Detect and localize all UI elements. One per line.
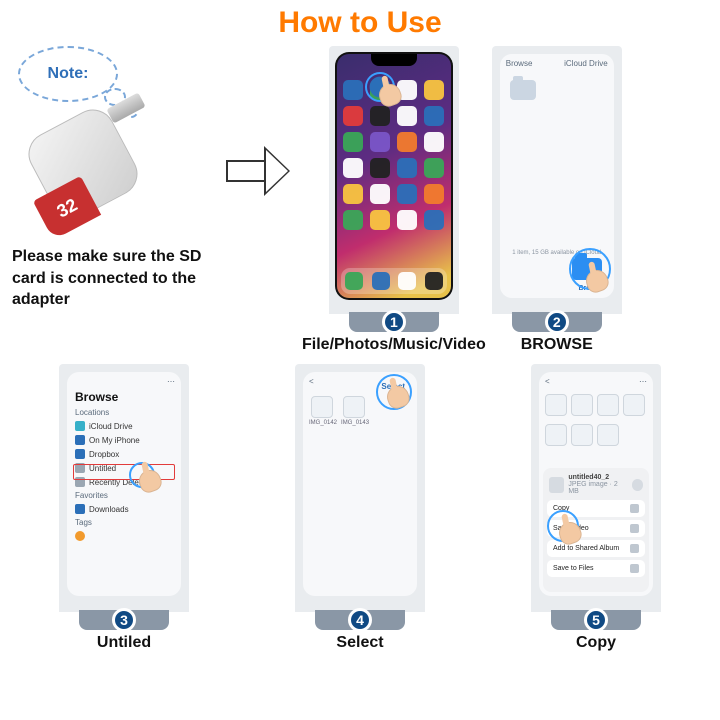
step-badge-2: 2	[545, 310, 569, 334]
p3-sec-locations: Locations	[67, 406, 181, 419]
p3-title: Browse	[67, 390, 181, 406]
thumbnail-icon	[545, 394, 567, 416]
step-3: ⋯ Browse Locations iCloud Drive On My iP…	[59, 364, 189, 652]
step-label-3: Untiled	[97, 634, 151, 652]
phone-mock-2: Browse iCloud Drive 1 item, 15 GB availa…	[492, 46, 622, 314]
sheet-action: Save to Files	[547, 560, 645, 577]
phone-stand: 3	[79, 610, 169, 630]
phone-mock-5: <⋯ untitled40_2	[531, 364, 661, 612]
step-4: < Select IMG_0142 IMG_0143 4 S	[295, 364, 425, 652]
list-item: Downloads	[89, 505, 129, 514]
phone-stand: 1	[349, 312, 439, 332]
top-row: Note: 32 Please make sure the SD card is…	[0, 40, 720, 354]
thumbnail-icon	[597, 424, 619, 446]
step-2: Browse iCloud Drive 1 item, 15 GB availa…	[492, 46, 622, 354]
phone-mock-4: < Select IMG_0142 IMG_0143	[295, 364, 425, 612]
note-instruction: Please make sure the SD card is connecte…	[12, 246, 202, 311]
thumbnail-icon	[571, 424, 593, 446]
step-badge-1: 1	[382, 310, 406, 334]
bottom-row: ⋯ Browse Locations iCloud Drive On My iP…	[0, 354, 720, 652]
thumb-name: IMG_0143	[341, 420, 369, 426]
phone-mock-1	[329, 46, 459, 314]
thumbnail-icon	[311, 396, 333, 418]
thumbnail-icon	[343, 396, 365, 418]
thumb-name: IMG_0142	[309, 420, 337, 426]
list-item: On My iPhone	[89, 436, 140, 445]
step-5: <⋯ untitled40_2	[531, 364, 661, 652]
close-icon	[632, 479, 643, 491]
p2-header-left: Browse	[506, 59, 533, 68]
step-badge-4: 4	[348, 608, 372, 632]
sheet-sub: JPEG image · 2 MB	[568, 481, 627, 495]
step-1: 1 File/Photos/Music/Video	[302, 46, 486, 354]
step-label-2: BROWSE	[521, 336, 593, 354]
step-badge-5: 5	[584, 608, 608, 632]
folder-icon	[510, 80, 536, 100]
note-column: Note: 32 Please make sure the SD card is…	[12, 46, 220, 311]
sheet-action: Add to Shared Album	[547, 540, 645, 557]
sheet-title: untitled40_2	[568, 474, 627, 481]
p3-sec-tags: Tags	[67, 516, 181, 529]
list-item: Dropbox	[89, 450, 119, 459]
phone-stand: 2	[512, 312, 602, 332]
thumbnail-icon	[623, 394, 645, 416]
p3-sec-fav: Favorites	[67, 489, 181, 502]
page-title: How to Use	[0, 0, 720, 40]
list-item: iCloud Drive	[89, 422, 133, 431]
phone-mock-3: ⋯ Browse Locations iCloud Drive On My iP…	[59, 364, 189, 612]
step-label-1: File/Photos/Music/Video	[302, 336, 486, 354]
note-bubble: Note:	[18, 46, 118, 102]
thumbnail-icon	[571, 394, 593, 416]
step-badge-3: 3	[112, 608, 136, 632]
thumbnail-icon	[597, 394, 619, 416]
phone-stand: 4	[315, 610, 405, 630]
adapter-illustration: 32	[12, 108, 162, 228]
phone-stand: 5	[551, 610, 641, 630]
step-label-4: Select	[336, 634, 383, 652]
p2-header-right: iCloud Drive	[564, 59, 608, 68]
arrow-right-icon	[226, 146, 292, 196]
thumbnail-icon	[545, 424, 567, 446]
arrow-column	[226, 46, 296, 196]
step-label-5: Copy	[576, 634, 616, 652]
sheet-thumb-icon	[549, 477, 564, 493]
